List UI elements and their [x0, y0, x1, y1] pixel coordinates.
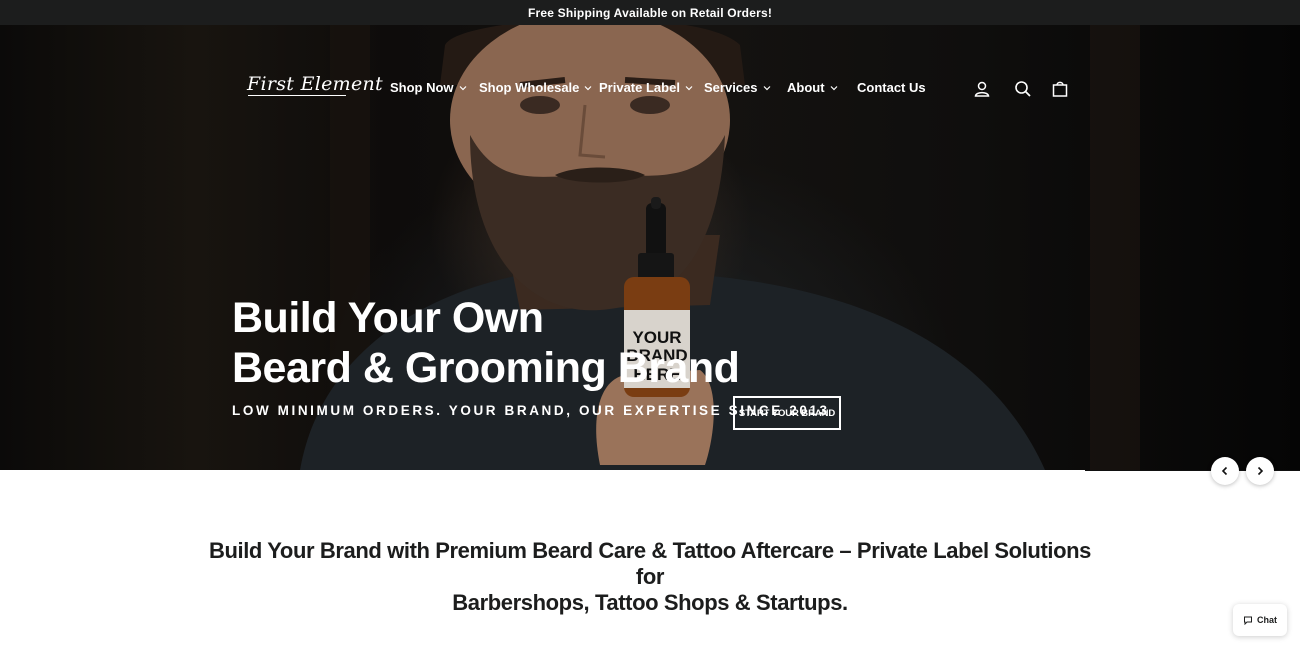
site-logo[interactable]: First Element	[247, 73, 383, 95]
nav-label: About	[787, 80, 825, 95]
nav-label: Shop Wholesale	[479, 80, 580, 95]
chat-label: Chat	[1257, 615, 1277, 625]
search-icon[interactable]	[1014, 80, 1032, 98]
hero-banner: YOUR BRAND HERE First Element Shop Now S…	[0, 25, 1300, 470]
chat-button[interactable]: Chat	[1233, 604, 1287, 636]
hero-headline-line1: Build Your Own	[232, 294, 544, 342]
nav-label: Private Label	[599, 80, 680, 95]
nav-label: Services	[704, 80, 758, 95]
announcement-bar: Free Shipping Available on Retail Orders…	[0, 0, 1300, 25]
nav-shop-now[interactable]: Shop Now	[390, 80, 467, 95]
chevron-down-icon	[830, 85, 837, 90]
slider-prev-button[interactable]	[1211, 457, 1239, 485]
cart-icon[interactable]	[1051, 80, 1069, 98]
nav-label: Shop Now	[390, 80, 454, 95]
chevron-left-icon	[1221, 466, 1228, 476]
start-your-brand-button[interactable]: START YOUR BRAND	[733, 396, 841, 430]
slider-next-button[interactable]	[1246, 457, 1274, 485]
nav-label: Contact Us	[857, 80, 926, 95]
logo-underline	[248, 95, 346, 96]
chat-bubble-icon	[1244, 616, 1252, 625]
chevron-down-icon	[584, 85, 592, 90]
account-icon[interactable]	[973, 80, 991, 98]
section-heading-line2: Barbershops, Tattoo Shops & Startups.	[452, 590, 848, 615]
chevron-down-icon	[763, 85, 770, 90]
nav-services[interactable]: Services	[704, 80, 771, 95]
hero-headline-line2: Beard & Grooming Brand	[232, 344, 740, 392]
hero-headline: Build Your Own Beard & Grooming Brand	[232, 293, 740, 393]
chevron-down-icon	[459, 85, 466, 90]
nav-shop-wholesale[interactable]: Shop Wholesale	[479, 80, 592, 95]
section-heading: Build Your Brand with Premium Beard Care…	[200, 538, 1100, 616]
announcement-text: Free Shipping Available on Retail Orders…	[527, 5, 773, 20]
nav-about[interactable]: About	[787, 80, 838, 95]
nav-private-label[interactable]: Private Label	[599, 80, 693, 95]
chevron-down-icon	[685, 85, 693, 90]
section-heading-line1: Build Your Brand with Premium Beard Care…	[208, 538, 1092, 589]
nav-contact-us[interactable]: Contact Us	[857, 80, 926, 95]
chevron-right-icon	[1257, 466, 1264, 476]
